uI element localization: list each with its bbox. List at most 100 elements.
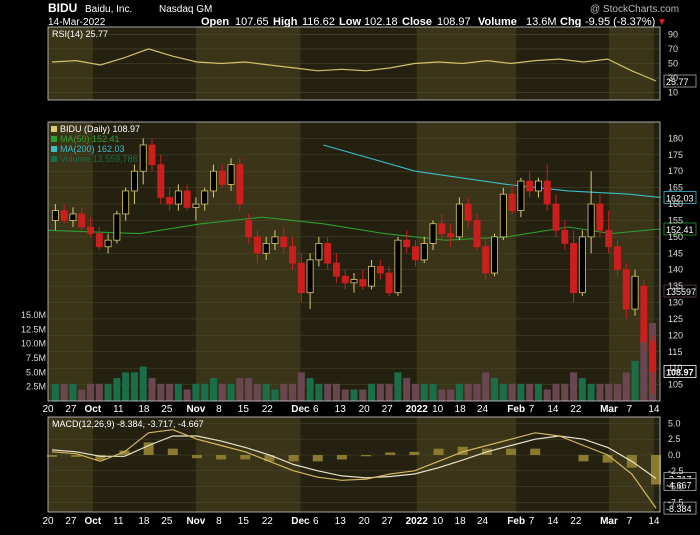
candle-body [341, 275, 349, 284]
x-tick-label: 8 [216, 516, 222, 527]
volume-bar [350, 389, 358, 401]
rsi-tick-label: 30 [668, 73, 678, 83]
open-label: Open [201, 16, 229, 28]
price-tick-label: 110 [668, 363, 682, 373]
macd-histogram-bar [336, 455, 347, 460]
volume-bar [526, 383, 534, 401]
volume-bar [455, 383, 463, 401]
candle-body [368, 266, 376, 287]
volume-bar [192, 383, 200, 401]
candle-body [359, 279, 367, 287]
macd-histogram-bar [47, 455, 57, 457]
x-tick-label: 13 [335, 404, 347, 415]
candle-body [280, 236, 288, 248]
macd-tick-label: -7.5 [668, 498, 684, 508]
x-tick-label: 11 [113, 516, 124, 527]
x-tick-label: 7 [627, 404, 633, 415]
x-tick-label: 10 [432, 404, 444, 415]
x-tick-label: 14 [547, 516, 559, 527]
macd-histogram-bar [312, 455, 323, 462]
macd-histogram-bar [240, 455, 251, 460]
volume-bar [491, 378, 499, 401]
volume-bar [227, 383, 235, 401]
x-tick-label: Oct [85, 516, 102, 527]
x-tick-label: 18 [455, 516, 467, 527]
x-tick-label: 24 [477, 516, 489, 527]
macd-histogram-bar [578, 455, 589, 462]
high-label: High [273, 16, 298, 28]
macd-histogram-bar [602, 455, 613, 463]
month-band [416, 122, 517, 401]
x-tick-label: 25 [161, 516, 173, 527]
macd-histogram-bar [409, 451, 420, 455]
close-label: Close [402, 16, 432, 28]
volume-bar [78, 389, 86, 401]
candle-body [130, 170, 138, 192]
volume-bar [534, 383, 542, 401]
rsi-tick-label: 50 [668, 59, 678, 69]
rsi-tick-label: 70 [668, 44, 678, 54]
price-legend-swatch [51, 146, 57, 152]
volume-tick-label: 10.0M [21, 339, 46, 349]
candle-body [412, 246, 419, 261]
price-tick-label: 140 [668, 265, 683, 275]
candle-body [596, 203, 604, 231]
volume-bar [341, 389, 349, 401]
high-value: 116.62 [302, 16, 335, 28]
macd-tick-label: 5.0 [668, 418, 681, 428]
candle-body [561, 229, 569, 244]
x-tick-label: 15 [238, 404, 250, 415]
macd-histogram-bar [433, 448, 444, 455]
candle-body [491, 236, 498, 274]
candle-body [69, 213, 77, 221]
x-tick-label: 7 [627, 516, 633, 527]
x-tick-label: 27 [65, 516, 77, 527]
rsi-tick-label: 10 [668, 88, 678, 98]
candle-body [649, 341, 657, 372]
candle-body [464, 203, 472, 221]
price-tick-label: 115 [668, 347, 682, 357]
volume-bar [236, 378, 244, 401]
candle-body [332, 262, 340, 277]
candle-body [350, 279, 358, 284]
candle-body [201, 190, 209, 205]
volume-bar [253, 383, 261, 401]
price-legend-entry: MA(50) 152.41 [60, 134, 120, 144]
volume-bar [420, 383, 428, 401]
volume-bar [543, 389, 551, 401]
volume-bar [517, 383, 525, 401]
candle-body [578, 236, 586, 294]
x-tick-label: Mar [600, 516, 618, 527]
price-tick-label: 150 [668, 232, 683, 242]
macd-tick-label: -2.5 [668, 466, 684, 476]
volume-bar [368, 383, 376, 401]
price-legend-entry: BIDU (Daily) 108.97 [60, 124, 140, 134]
candle-body [315, 243, 323, 261]
candle-body [631, 275, 639, 310]
price-tick-label: 155 [668, 215, 683, 225]
volume-bar [482, 372, 490, 401]
volume-bar [411, 383, 419, 401]
price-tick-label: 135 [668, 281, 683, 291]
macd-histogram-bar [191, 455, 202, 459]
volume-bar [130, 372, 138, 401]
volume-tick-label: 2.5M [26, 382, 46, 392]
candle-body [218, 170, 226, 185]
open-value: 107.65 [235, 16, 269, 28]
macd-histogram-bar [216, 455, 227, 460]
volume-bar [429, 383, 437, 401]
x-tick-label: 10 [432, 516, 444, 527]
chg-label: Chg [560, 16, 581, 28]
date-label: 14-Mar-2022 [48, 17, 106, 28]
macd-legend: MACD(12,26,9) -8.384, -3.717, -4.667 [52, 419, 204, 429]
volume-bar [403, 378, 411, 401]
candle-body [78, 213, 86, 228]
x-tick-label: 22 [570, 404, 582, 415]
watermark: @ StockCharts.com [590, 4, 679, 15]
candle-body [552, 203, 560, 231]
month-band [195, 122, 301, 401]
price-tick-label: 145 [668, 248, 683, 258]
candle-body [166, 197, 174, 205]
volume-bar [69, 383, 77, 401]
x-tick-label: 27 [382, 516, 394, 527]
